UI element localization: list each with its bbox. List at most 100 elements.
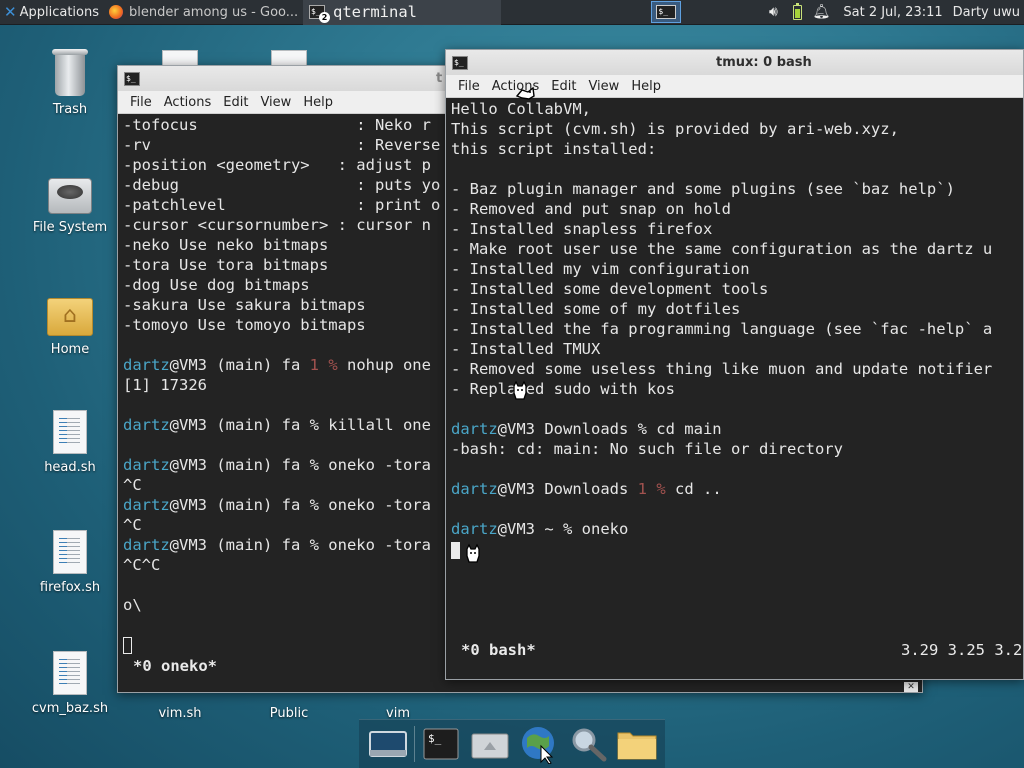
menu-help[interactable]: Help xyxy=(297,95,339,110)
menu-file[interactable]: File xyxy=(452,79,486,94)
window-count-badge: 2 xyxy=(319,12,330,23)
terminal-text: - Make root user use the same configurat… xyxy=(451,240,993,258)
terminal-text: - Baz plugin manager and some plugins (s… xyxy=(451,180,955,198)
terminal-line: dartz@VM3 Downloads % cd main xyxy=(451,419,1023,439)
prompt-user: dartz xyxy=(123,356,170,374)
desktop-icon-label: Home xyxy=(50,342,90,357)
terminal-text: -position <geometry> : adjust p xyxy=(123,156,431,174)
firefox-icon xyxy=(109,5,123,19)
terminal-text: -tofocus : Neko r xyxy=(123,116,431,134)
terminal-text: -cursor <cursornumber> : cursor n xyxy=(123,216,431,234)
terminal-icon: $_ xyxy=(452,55,468,70)
neko-cat-icon xyxy=(514,82,536,104)
terminal-icon[interactable]: $_ xyxy=(418,722,464,766)
terminal-icon: $_ 2 xyxy=(309,5,330,23)
terminal-text: -patchlevel : print o xyxy=(123,196,441,214)
terminal-text: o\ xyxy=(123,596,142,614)
terminal-text: -neko Use neko bitmaps xyxy=(123,236,329,254)
prompt-user: dartz xyxy=(451,420,498,438)
battery-icon[interactable] xyxy=(785,0,809,25)
menu-view[interactable]: View xyxy=(254,95,297,110)
show-desktop-icon[interactable] xyxy=(365,722,411,766)
terminal-text: - Installed some of my dotfiles xyxy=(451,300,741,318)
menu-actions[interactable]: Actions xyxy=(158,95,218,110)
terminal-text: @VM3 (main) fa % oneko -tora xyxy=(169,456,431,474)
desktop-icon-trash[interactable]: Trash xyxy=(10,49,130,117)
terminal-text: @VM3 (main) fa % oneko -tora xyxy=(169,496,431,514)
drive-icon xyxy=(48,178,92,214)
taskbar-qterminal[interactable]: $_ 2 qterminal xyxy=(303,0,501,25)
terminal-line: - Removed some useless thing like muon a… xyxy=(451,359,1023,379)
notification-bell-icon[interactable]: 🔔︎ xyxy=(809,0,833,25)
resize-grip-icon[interactable]: ✕ xyxy=(904,682,918,692)
menu-edit[interactable]: Edit xyxy=(217,95,254,110)
terminal-text: @VM3 Downloads xyxy=(497,480,638,498)
desktop-icon-file-system[interactable]: File System xyxy=(10,178,130,235)
desktop-icon-head-sh[interactable]: head.sh xyxy=(10,410,130,475)
hidden-file-icon xyxy=(271,50,307,66)
dock: $_ xyxy=(359,719,665,768)
terminal-output[interactable]: Hello CollabVM, This script (cvm.sh) is p… xyxy=(446,98,1023,679)
terminal-line: - Installed TMUX xyxy=(451,339,1023,359)
prompt-user: dartz xyxy=(123,416,170,434)
prompt-user: dartz xyxy=(123,536,170,554)
search-icon[interactable] xyxy=(565,722,611,766)
taskbar-qterminal-label: qterminal xyxy=(333,3,417,21)
menu-help[interactable]: Help xyxy=(625,79,667,94)
window-titlebar[interactable]: $_ tmux: 0 bash xyxy=(446,50,1023,75)
terminal-window-right[interactable]: $_ tmux: 0 bash File Actions Edit View H… xyxy=(445,49,1024,680)
svg-text:$_: $_ xyxy=(428,732,442,745)
terminal-text: cd .. xyxy=(665,480,722,498)
menu-view[interactable]: View xyxy=(582,79,625,94)
prompt-user: dartz xyxy=(123,456,170,474)
applications-label: Applications xyxy=(19,4,99,20)
home-folder-icon xyxy=(47,298,93,336)
terminal-text: -bash: cd: main: No such file or directo… xyxy=(451,440,843,458)
top-panel: ✕ Applications blender among us - Goo...… xyxy=(0,0,1024,25)
desktop-icon-home[interactable]: Home xyxy=(10,298,130,357)
terminal-text: this script installed: xyxy=(451,140,657,158)
taskbar-firefox[interactable]: blender among us - Goo... xyxy=(103,0,303,25)
terminal-text: [1] 17326 xyxy=(123,376,207,394)
desktop-icon-firefox-sh[interactable]: firefox.sh xyxy=(10,530,130,595)
user-menu[interactable]: Darty uwu xyxy=(953,5,1024,20)
xfce-icon: ✕ xyxy=(4,3,17,21)
terminal-text: - Installed the fa programming language … xyxy=(451,320,993,338)
workspace-switcher[interactable]: $_ xyxy=(651,1,682,23)
terminal-cursor xyxy=(123,636,132,655)
terminal-text: @VM3 (main) fa xyxy=(169,356,310,374)
prompt-user: dartz xyxy=(451,520,498,538)
terminal-text: -sakura Use sakura bitmaps xyxy=(123,296,366,314)
terminal-text: ^C xyxy=(123,516,142,534)
folder-icon[interactable] xyxy=(614,722,660,766)
terminal-line: Hello CollabVM, xyxy=(451,99,1023,119)
taskbar-firefox-label: blender among us - Goo... xyxy=(129,4,299,20)
hidden-file-icon xyxy=(162,50,198,66)
desktop-icon-public[interactable]: Public xyxy=(229,706,349,721)
desktop-icon-vim-sh[interactable]: vim.sh xyxy=(120,706,240,721)
desktop-icon-label: firefox.sh xyxy=(39,580,101,595)
desktop-icon-label: Trash xyxy=(52,102,88,117)
trash-icon xyxy=(52,49,88,96)
script-file-icon xyxy=(53,530,87,574)
file-manager-icon[interactable] xyxy=(467,722,513,766)
terminal-line: dartz@VM3 Downloads 1 % cd .. xyxy=(451,479,1023,499)
desktop-icon-cvm-baz-sh[interactable]: cvm_baz.sh xyxy=(10,651,130,716)
terminal-line: - Installed my vim configuration xyxy=(451,259,1023,279)
menu-edit[interactable]: Edit xyxy=(545,79,582,94)
terminal-text: ^C^C xyxy=(123,556,161,574)
volume-icon[interactable]: 🔊︎ xyxy=(761,0,785,25)
web-browser-icon[interactable] xyxy=(516,722,562,766)
menu-file[interactable]: File xyxy=(124,95,158,110)
terminal-text: -debug : puts yo xyxy=(123,176,441,194)
applications-menu[interactable]: ✕ Applications xyxy=(0,0,103,25)
tmux-load-average: 3.29 3.25 3.2 xyxy=(901,641,1023,659)
clock[interactable]: Sat 2 Jul, 23:11 xyxy=(833,5,952,20)
terminal-text: - Installed some development tools xyxy=(451,280,769,298)
desktop-icon-label: Public xyxy=(269,706,309,721)
terminal-line: - Removed and put snap on hold xyxy=(451,199,1023,219)
terminal-line: - Installed some of my dotfiles xyxy=(451,299,1023,319)
